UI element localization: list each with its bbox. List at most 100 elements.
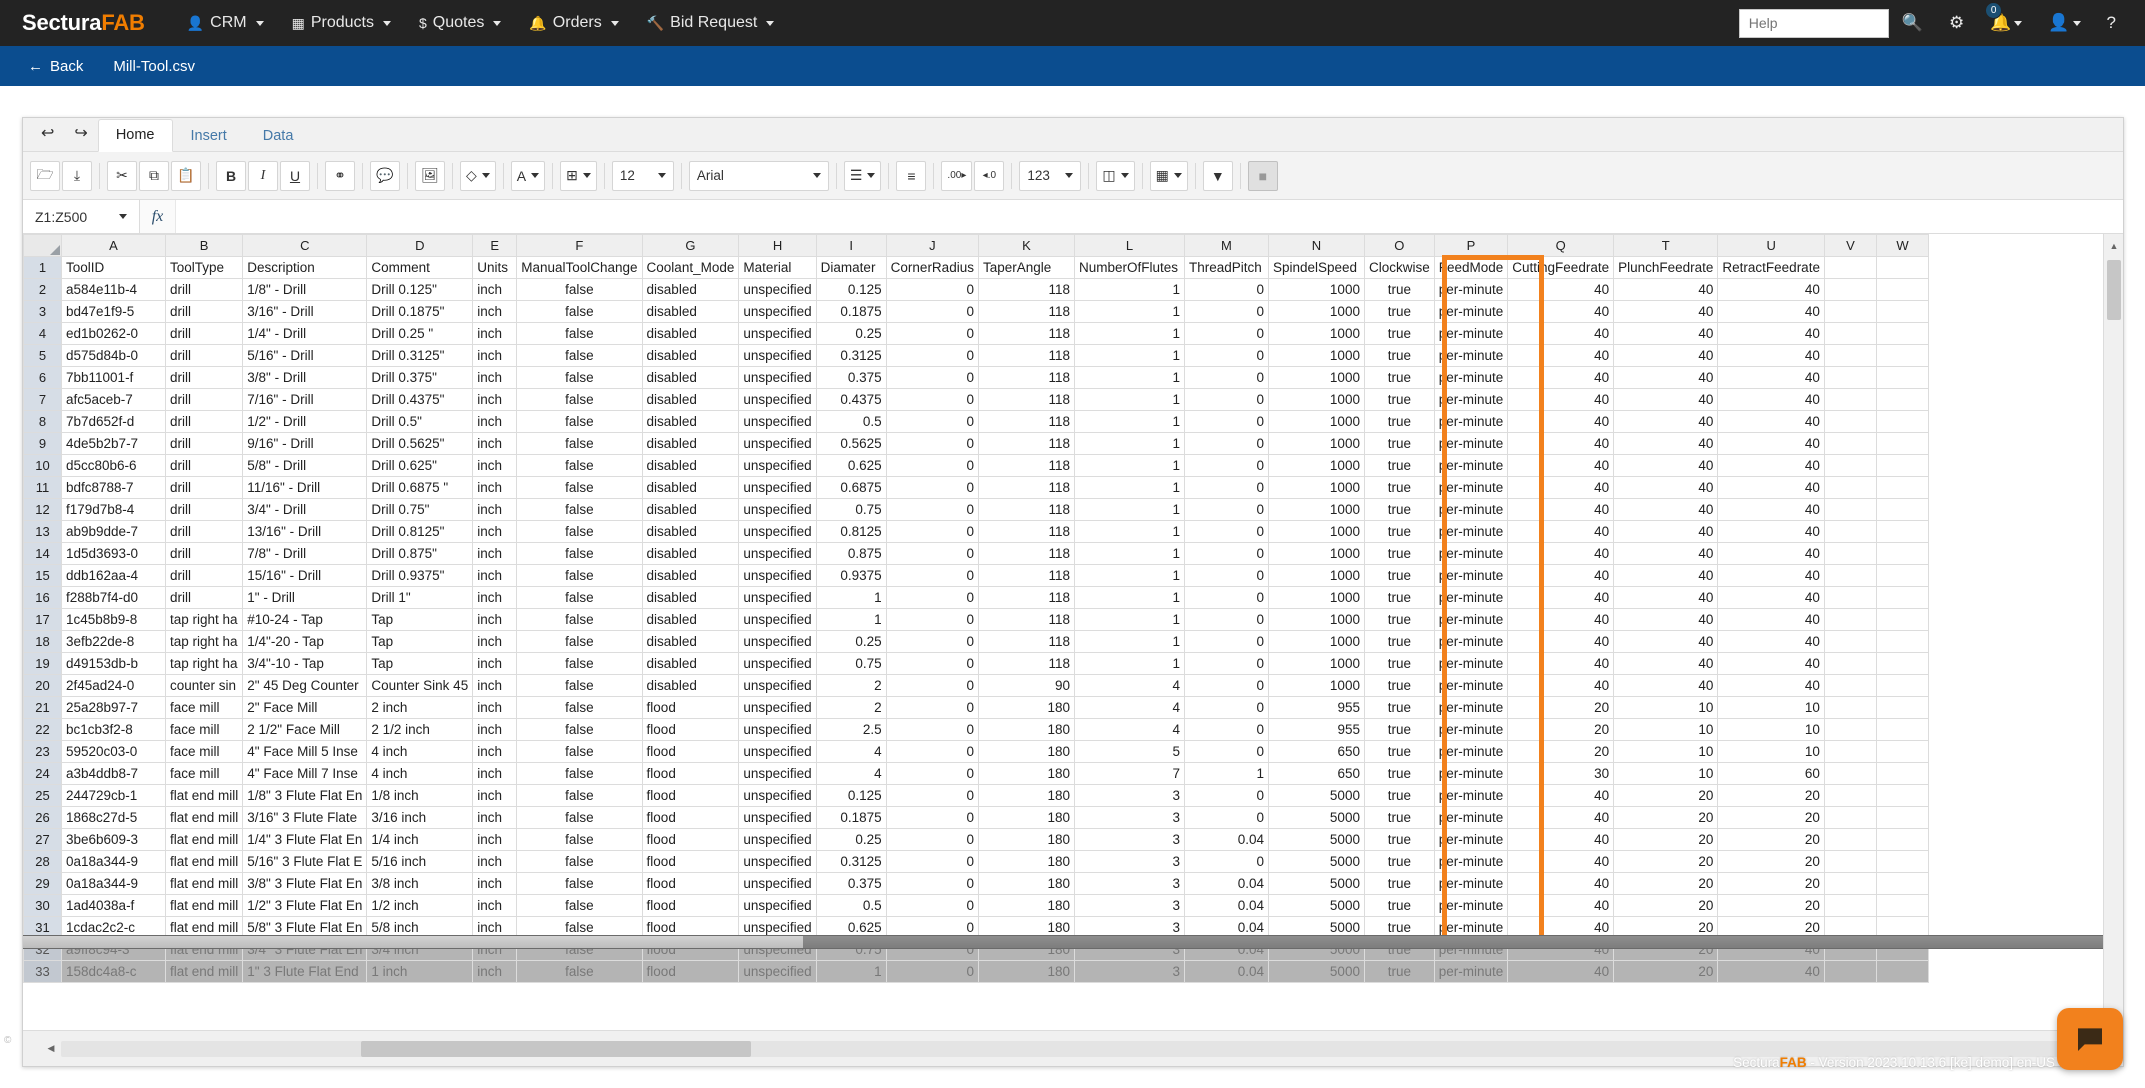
cell-T8[interactable]: 40: [1614, 411, 1718, 433]
row-header-16[interactable]: 16: [24, 587, 62, 609]
cell-H12[interactable]: unspecified: [739, 499, 816, 521]
cell-V20[interactable]: [1824, 675, 1876, 697]
cell-Q25[interactable]: 40: [1508, 785, 1614, 807]
cell-L6[interactable]: 1: [1074, 367, 1184, 389]
cell-Q5[interactable]: 40: [1508, 345, 1614, 367]
column-header-b[interactable]: B: [166, 235, 243, 257]
cell-C9[interactable]: 9/16" - Drill: [243, 433, 367, 455]
cell-E2[interactable]: inch: [473, 279, 517, 301]
cell-K29[interactable]: 180: [978, 873, 1074, 895]
cell-F12[interactable]: false: [517, 499, 642, 521]
cell-F7[interactable]: false: [517, 389, 642, 411]
cell-P22[interactable]: per-minute: [1434, 719, 1508, 741]
cell-B33[interactable]: flat end mill: [166, 961, 243, 983]
cell-C6[interactable]: 3/8" - Drill: [243, 367, 367, 389]
cell-G10[interactable]: disabled: [642, 455, 739, 477]
cell-P7[interactable]: per-minute: [1434, 389, 1508, 411]
cell-V6[interactable]: [1824, 367, 1876, 389]
cell-G23[interactable]: flood: [642, 741, 739, 763]
cell-D21[interactable]: 2 inch: [367, 697, 473, 719]
cell-G17[interactable]: disabled: [642, 609, 739, 631]
help-search-input[interactable]: [1739, 9, 1889, 38]
cell-M10[interactable]: 0: [1184, 455, 1268, 477]
scrollbar-thumb[interactable]: [23, 936, 803, 948]
cell-I28[interactable]: 0.3125: [816, 851, 886, 873]
wrap-text-button[interactable]: ≡: [896, 161, 926, 191]
cell-B1[interactable]: ToolType: [166, 257, 243, 279]
cell-Q4[interactable]: 40: [1508, 323, 1614, 345]
cell-T10[interactable]: 40: [1614, 455, 1718, 477]
cell-E22[interactable]: inch: [473, 719, 517, 741]
cell-B14[interactable]: drill: [166, 543, 243, 565]
cell-N30[interactable]: 5000: [1268, 895, 1364, 917]
cell-Q24[interactable]: 30: [1508, 763, 1614, 785]
floating-horizontal-scrollbar[interactable]: [23, 935, 2103, 949]
cell-J21[interactable]: 0: [886, 697, 978, 719]
cell-J30[interactable]: 0: [886, 895, 978, 917]
cell-E17[interactable]: inch: [473, 609, 517, 631]
search-button[interactable]: 🔍: [1889, 7, 1936, 39]
cell-V24[interactable]: [1824, 763, 1876, 785]
cell-A19[interactable]: d49153db-b: [62, 653, 166, 675]
insert-link-button[interactable]: ⚭: [325, 161, 355, 191]
cell-P13[interactable]: per-minute: [1434, 521, 1508, 543]
cell-O18[interactable]: true: [1364, 631, 1434, 653]
cell-D14[interactable]: Drill 0.875": [367, 543, 473, 565]
cell-J18[interactable]: 0: [886, 631, 978, 653]
spreadsheet-grid[interactable]: ABCDEFGHIJKLMNOPQTUVW 1ToolIDToolTypeDes…: [23, 234, 2123, 1028]
cell-C12[interactable]: 3/4" - Drill: [243, 499, 367, 521]
row-header-9[interactable]: 9: [24, 433, 62, 455]
cell-V4[interactable]: [1824, 323, 1876, 345]
cell-A23[interactable]: 59520c03-0: [62, 741, 166, 763]
cell-A8[interactable]: 7b7d652f-d: [62, 411, 166, 433]
row-header-13[interactable]: 13: [24, 521, 62, 543]
cell-D26[interactable]: 3/16 inch: [367, 807, 473, 829]
cell-O16[interactable]: true: [1364, 587, 1434, 609]
row-header-1[interactable]: 1: [24, 257, 62, 279]
cell-O12[interactable]: true: [1364, 499, 1434, 521]
conditional-format-button[interactable]: ▦: [1150, 161, 1188, 191]
cell-W6[interactable]: [1876, 367, 1928, 389]
cell-P1[interactable]: FeedMode: [1434, 257, 1508, 279]
cell-A28[interactable]: 0a18a344-9: [62, 851, 166, 873]
cell-P5[interactable]: per-minute: [1434, 345, 1508, 367]
cell-U22[interactable]: 10: [1718, 719, 1825, 741]
cell-D12[interactable]: Drill 0.75": [367, 499, 473, 521]
cell-C14[interactable]: 7/8" - Drill: [243, 543, 367, 565]
cell-N24[interactable]: 650: [1268, 763, 1364, 785]
copy-button[interactable]: ⧉: [139, 161, 169, 191]
cell-B3[interactable]: drill: [166, 301, 243, 323]
cell-N10[interactable]: 1000: [1268, 455, 1364, 477]
cell-P21[interactable]: per-minute: [1434, 697, 1508, 719]
cell-C13[interactable]: 13/16" - Drill: [243, 521, 367, 543]
cell-N11[interactable]: 1000: [1268, 477, 1364, 499]
cell-U28[interactable]: 20: [1718, 851, 1825, 873]
cell-K17[interactable]: 118: [978, 609, 1074, 631]
cell-G14[interactable]: disabled: [642, 543, 739, 565]
cell-C26[interactable]: 3/16" 3 Flute Flate: [243, 807, 367, 829]
cell-T5[interactable]: 40: [1614, 345, 1718, 367]
select-range-button[interactable]: ■: [1248, 161, 1278, 191]
cell-O15[interactable]: true: [1364, 565, 1434, 587]
column-header-j[interactable]: J: [886, 235, 978, 257]
cell-J1[interactable]: CornerRadius: [886, 257, 978, 279]
column-header-v[interactable]: V: [1824, 235, 1876, 257]
cell-I3[interactable]: 0.1875: [816, 301, 886, 323]
cell-O13[interactable]: true: [1364, 521, 1434, 543]
cell-U14[interactable]: 40: [1718, 543, 1825, 565]
cell-G13[interactable]: disabled: [642, 521, 739, 543]
column-header-g[interactable]: G: [642, 235, 739, 257]
cell-N6[interactable]: 1000: [1268, 367, 1364, 389]
cell-F24[interactable]: false: [517, 763, 642, 785]
cell-Q23[interactable]: 20: [1508, 741, 1614, 763]
cell-L22[interactable]: 4: [1074, 719, 1184, 741]
cell-M9[interactable]: 0: [1184, 433, 1268, 455]
cell-B2[interactable]: drill: [166, 279, 243, 301]
cell-O6[interactable]: true: [1364, 367, 1434, 389]
cell-J19[interactable]: 0: [886, 653, 978, 675]
cell-V13[interactable]: [1824, 521, 1876, 543]
cell-N5[interactable]: 1000: [1268, 345, 1364, 367]
nav-item-products[interactable]: ▦ Products: [278, 8, 405, 38]
number-format-select[interactable]: 123: [1019, 161, 1081, 191]
cell-T7[interactable]: 40: [1614, 389, 1718, 411]
